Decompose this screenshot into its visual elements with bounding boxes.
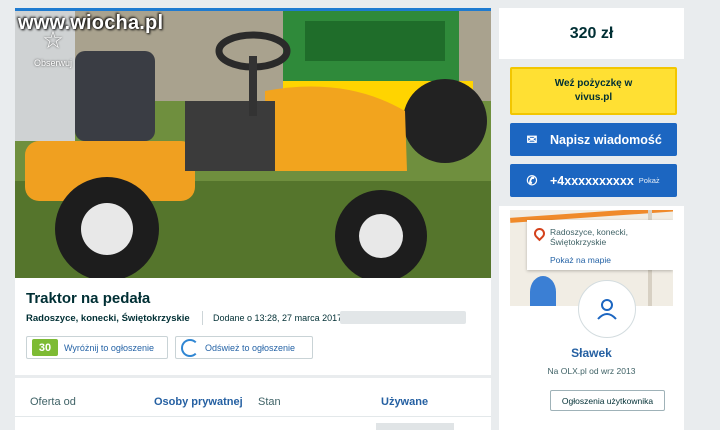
phone-button[interactable]: ✆ +4xxxxxxxxxx Pokaż (510, 164, 677, 197)
phone-number: +4xxxxxxxxxx (550, 173, 634, 188)
condition-label: Stan (258, 396, 281, 408)
avatar[interactable] (578, 280, 636, 338)
message-label: Napisz wiadomość (550, 132, 662, 147)
refresh-button[interactable]: Odśwież to ogłoszenie (175, 336, 313, 359)
listing-photo[interactable] (15, 8, 491, 278)
map-address: Radoszyce, konecki, Świętokrzyskie (550, 227, 628, 247)
user-ads-button[interactable]: Ogłoszenia użytkownika (550, 390, 665, 411)
refresh-label: Odśwież to ogłoszenie (205, 342, 296, 353)
map-location-card: Radoszyce, konecki, Świętokrzyskie Pokaż… (527, 220, 673, 270)
details-table: Oferta od Osoby prywatnej Stan Używane (15, 378, 491, 430)
listing-header: Traktor na pedała Radoszyce, konecki, Św… (15, 278, 491, 375)
listing-location[interactable]: Radoszyce, konecki, Świętokrzyskie (26, 313, 190, 324)
divider (202, 311, 203, 325)
promote-30-icon: 30 (32, 339, 58, 356)
show-on-map-link[interactable]: Pokaż na mapie (550, 255, 611, 265)
offer-from-value[interactable]: Osoby prywatnej (154, 396, 243, 408)
watermark: www.wiocha.pl (18, 12, 164, 34)
phone-icon: ✆ (526, 172, 538, 188)
divider (15, 416, 491, 417)
redacted-row (376, 423, 454, 430)
loan-line1: Weź pożyczkę w (554, 78, 633, 89)
promote-button[interactable]: 30 Wyróżnij to ogłoszenie (26, 336, 168, 359)
refresh-icon (181, 338, 199, 357)
redacted-id (340, 311, 466, 324)
listing-title: Traktor na pedała (26, 290, 151, 307)
loan-button[interactable]: Weź pożyczkę w vivus.pl (510, 67, 677, 115)
loan-line2: vivus.pl (574, 92, 613, 103)
promote-label: Wyróżnij to ogłoszenie (64, 342, 154, 353)
message-button[interactable]: ✉ Napisz wiadomość (510, 123, 677, 156)
follow-label: Obserwuj (33, 58, 72, 68)
price: 320 zł (569, 24, 614, 42)
map-water (530, 276, 556, 306)
phone-show-label: Pokaż (638, 176, 660, 185)
envelope-icon: ✉ (526, 131, 538, 147)
offer-from-label: Oferta od (30, 396, 76, 408)
condition-value[interactable]: Używane (381, 396, 428, 408)
location-pin-icon (531, 225, 548, 242)
seller-box: Radoszyce, konecki, Świętokrzyskie Pokaż… (499, 206, 684, 430)
price-box: 320 zł (499, 8, 684, 59)
seller-since: Na OLX.pl od wrz 2013 (547, 366, 636, 376)
user-icon (597, 299, 617, 320)
seller-name[interactable]: Sławek (499, 346, 684, 360)
tractor-photo (15, 11, 491, 278)
listing-added-date: Dodane o 13:28, 27 marca 2017, (213, 313, 345, 323)
